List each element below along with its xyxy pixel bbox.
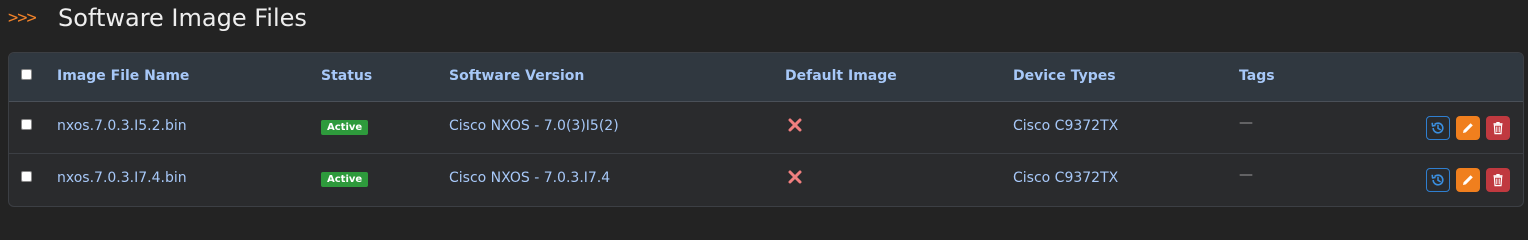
column-header-software-version[interactable]: Software Version <box>449 68 584 84</box>
image-file-name-link[interactable]: nxos.7.0.3.I7.4.bin <box>57 170 187 186</box>
row-checkbox[interactable] <box>21 171 32 182</box>
trash-icon <box>1493 174 1503 187</box>
history-button[interactable] <box>1426 116 1450 140</box>
status-badge: Active <box>321 120 369 135</box>
x-icon <box>788 170 802 184</box>
column-header-default-image[interactable]: Default Image <box>785 68 897 84</box>
column-header-tags: Tags <box>1239 68 1275 84</box>
column-header-image-file-name[interactable]: Image File Name <box>57 68 189 84</box>
image-file-name-link[interactable]: nxos.7.0.3.I5.2.bin <box>57 118 187 134</box>
status-badge: Active <box>321 172 369 187</box>
software-version-link[interactable]: Cisco NXOS - 7.0(3)I5(2) <box>449 118 619 134</box>
column-header-device-types[interactable]: Device Types <box>1013 68 1116 84</box>
history-icon <box>1431 122 1444 134</box>
tags-empty: — <box>1239 167 1253 183</box>
delete-button[interactable] <box>1486 168 1510 192</box>
table-row: nxos.7.0.3.I5.2.bin Active Cisco NXOS - … <box>9 102 1523 154</box>
page-header: >>> Software Image Files <box>8 2 307 34</box>
trash-icon <box>1493 122 1503 135</box>
table-header: Image File Name Status Software Version … <box>9 53 1523 102</box>
software-images-table: Image File Name Status Software Version … <box>8 52 1524 207</box>
edit-button[interactable] <box>1456 168 1480 192</box>
tags-empty: — <box>1239 115 1253 131</box>
select-all-checkbox[interactable] <box>21 69 32 80</box>
edit-button[interactable] <box>1456 116 1480 140</box>
device-type-link[interactable]: Cisco C9372TX <box>1013 118 1118 134</box>
column-header-status[interactable]: Status <box>321 68 372 84</box>
software-version-link[interactable]: Cisco NXOS - 7.0.3.I7.4 <box>449 170 610 186</box>
device-type-link[interactable]: Cisco C9372TX <box>1013 170 1118 186</box>
pencil-icon <box>1463 123 1473 133</box>
history-icon <box>1431 174 1444 186</box>
history-button[interactable] <box>1426 168 1450 192</box>
row-checkbox[interactable] <box>21 119 32 130</box>
delete-button[interactable] <box>1486 116 1510 140</box>
x-icon <box>788 118 802 132</box>
table-row: nxos.7.0.3.I7.4.bin Active Cisco NXOS - … <box>9 154 1523 205</box>
pencil-icon <box>1463 175 1473 185</box>
chevrons-icon: >>> <box>8 8 37 28</box>
page-title: Software Image Files <box>58 4 307 32</box>
